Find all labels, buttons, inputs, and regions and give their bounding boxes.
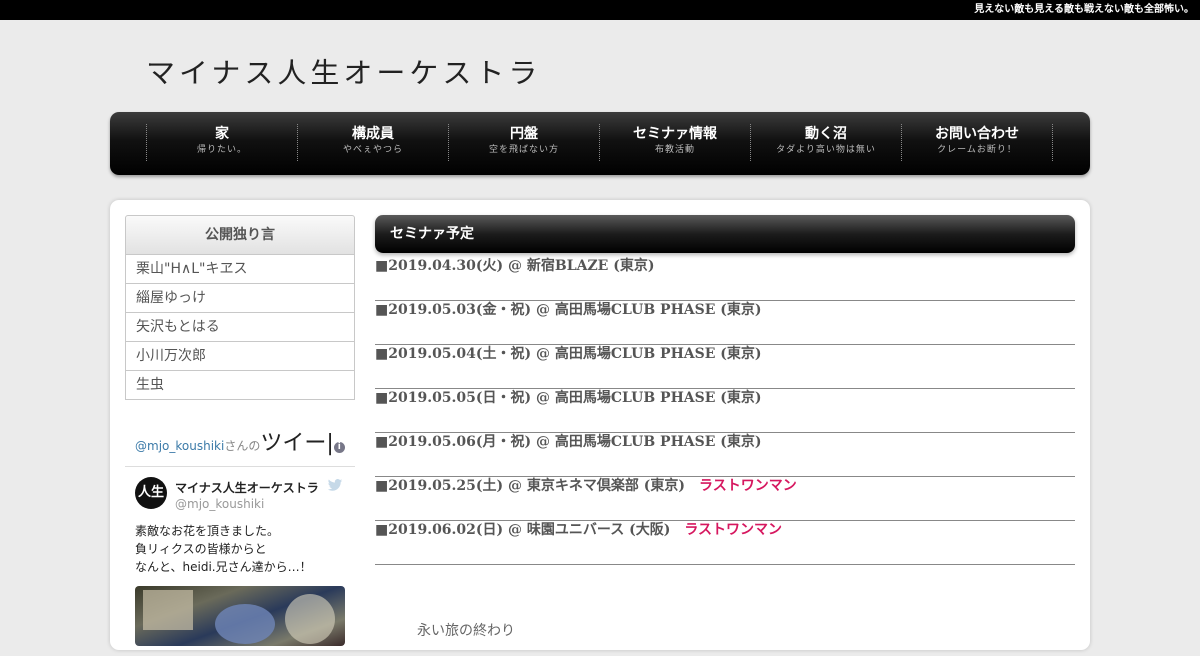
sidebar-item-namamushi[interactable]: 生虫 <box>126 371 354 400</box>
twitter-bird-icon[interactable] <box>327 479 343 491</box>
sidebar-heading: 公開独り言 <box>125 215 355 255</box>
schedule-item: ■2019.05.06(月・祝) @ 高田馬場CLUB PHASE (東京) <box>375 433 1075 477</box>
top-bar-text: 見えない敵も見える敵も戦えない敵も全部怖い。 <box>974 4 1194 15</box>
avatar[interactable]: 人生 <box>135 477 167 509</box>
schedule-item-text: ■2019.04.30(火) @ 新宿BLAZE (東京) <box>375 258 655 274</box>
nav-subtitle: タダより高い物は無い <box>776 145 876 155</box>
schedule-item-text: ■2019.05.25(土) @ 東京キネマ倶楽部 (東京) <box>375 478 686 494</box>
schedule-item: ■2019.05.03(金・祝) @ 高田馬場CLUB PHASE (東京) <box>375 301 1075 345</box>
nav-item-videos[interactable]: 動く沼 タダより高い物は無い <box>750 124 901 161</box>
tweet-line: 負リィクスの皆様からと <box>135 542 267 556</box>
main-nav: 家 帰りたい。 構成員 やべぇやつら 円盤 空を飛ばない方 セミナァ情報 布教活… <box>110 112 1090 175</box>
section-heading: セミナァ予定 <box>375 215 1075 253</box>
tweet-author-name[interactable]: マイナス人生オーケストラ <box>175 479 319 496</box>
nav-item-contact[interactable]: お問い合わせ クレームお断り！ <box>901 124 1053 161</box>
schedule-item: ■2019.05.25(土) @ 東京キネマ倶楽部 (東京) ラストワンマン <box>375 477 1075 521</box>
twitter-widget-header: @mjo_koushikiさんのツイー| i <box>125 422 355 467</box>
twitter-handle-link[interactable]: @mjo_koushiki <box>135 439 224 453</box>
sidebar-list: 栗山"H∧L"キヱス 緇屋ゆっけ 矢沢もとはる 小川万次郎 生虫 <box>125 255 355 400</box>
sidebar-item-shinoya[interactable]: 緇屋ゆっけ <box>126 284 354 313</box>
nav-item-seminar[interactable]: セミナァ情報 布教活動 <box>599 124 750 161</box>
last-oneman-tag: ラストワンマン <box>684 522 783 538</box>
nav-subtitle: 帰りたい。 <box>196 145 247 155</box>
nav-item-home[interactable]: 家 帰りたい。 <box>146 124 297 161</box>
sidebar-item-ogawa[interactable]: 小川万次郎 <box>126 342 354 371</box>
sidebar-item-yazawa[interactable]: 矢沢もとはる <box>126 313 354 342</box>
schedule-item: ■2019.05.05(日・祝) @ 高田馬場CLUB PHASE (東京) <box>375 389 1075 433</box>
nav-subtitle: 布教活動 <box>654 145 695 155</box>
schedule-item: ■2019.06.02(日) @ 味園ユニバース (大阪) ラストワンマン <box>375 521 1075 565</box>
tweet-line: なんと、heidi.兄さん達から…！ <box>135 560 312 574</box>
twitter-widget-title: ツイー <box>260 431 327 456</box>
section-subheading: 永い旅の終わり <box>417 623 515 639</box>
content-container: 公開独り言 栗山"H∧L"キヱス 緇屋ゆっけ 矢沢もとはる 小川万次郎 生虫 @… <box>110 200 1090 650</box>
nav-item-members[interactable]: 構成員 やべぇやつら <box>297 124 448 161</box>
schedule-list: ■2019.04.30(火) @ 新宿BLAZE (東京) ■2019.05.0… <box>375 257 1075 565</box>
tweet-line: 素敵なお花を頂きました。 <box>135 524 280 538</box>
top-bar: 見えない敵も見える敵も戦えない敵も全部怖い。 <box>0 0 1200 20</box>
tweet-text: 素敵なお花を頂きました。 負リィクスの皆様からと なんと、heidi.兄さん達か… <box>135 522 345 576</box>
nav-title: 構成員 <box>352 126 394 142</box>
schedule-item-text: ■2019.06.02(日) @ 味園ユニバース (大阪) <box>375 522 671 538</box>
twitter-widget: @mjo_koushikiさんのツイー| i 人生 マイナス人生オーケストラ @m… <box>125 422 355 656</box>
info-icon[interactable]: i <box>333 442 345 453</box>
main-content: セミナァ予定 ■2019.04.30(火) @ 新宿BLAZE (東京) ■20… <box>375 215 1075 565</box>
schedule-item-text: ■2019.05.04(土・祝) @ 高田馬場CLUB PHASE (東京) <box>375 346 762 362</box>
nav-item-discs[interactable]: 円盤 空を飛ばない方 <box>448 124 599 161</box>
tweet-photo[interactable] <box>135 586 345 646</box>
nav-title: 家 <box>215 126 229 142</box>
sidebar-item-kuriyama[interactable]: 栗山"H∧L"キヱス <box>126 255 354 284</box>
schedule-item: ■2019.05.04(土・祝) @ 高田馬場CLUB PHASE (東京) <box>375 345 1075 389</box>
schedule-item-text: ■2019.05.03(金・祝) @ 高田馬場CLUB PHASE (東京) <box>375 302 762 318</box>
sidebar: 公開独り言 栗山"H∧L"キヱス 緇屋ゆっけ 矢沢もとはる 小川万次郎 生虫 @… <box>125 215 355 656</box>
tweet-author-handle[interactable]: @mjo_koushiki <box>175 497 264 511</box>
nav-title: セミナァ情報 <box>633 126 717 142</box>
nav-subtitle: 空を飛ばない方 <box>488 145 559 155</box>
twitter-handle-suffix: さんの <box>224 439 261 453</box>
schedule-item-text: ■2019.05.05(日・祝) @ 高田馬場CLUB PHASE (東京) <box>375 390 762 406</box>
schedule-item: ■2019.04.30(火) @ 新宿BLAZE (東京) <box>375 257 1075 301</box>
nav-title: 動く沼 <box>805 126 847 142</box>
nav-title: 円盤 <box>510 126 538 142</box>
schedule-item-text: ■2019.05.06(月・祝) @ 高田馬場CLUB PHASE (東京) <box>375 434 762 450</box>
last-oneman-tag: ラストワンマン <box>699 478 797 494</box>
site-logo[interactable]: マイナス人生オーケストラ <box>146 51 541 91</box>
tweet[interactable]: 人生 マイナス人生オーケストラ @mjo_koushiki 素敵なお花を頂きまし… <box>125 467 355 656</box>
nav-subtitle: やべぇやつら <box>342 145 403 155</box>
nav-title: お問い合わせ <box>935 126 1019 142</box>
nav-subtitle: クレームお断り！ <box>937 145 1017 155</box>
